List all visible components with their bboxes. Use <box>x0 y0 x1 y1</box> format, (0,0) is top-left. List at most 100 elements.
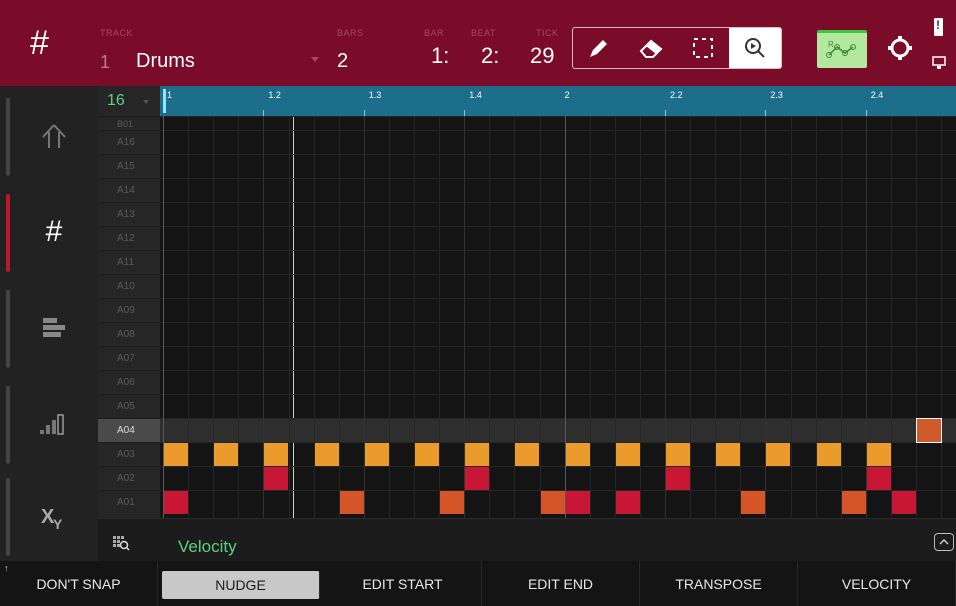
note-event[interactable] <box>540 491 565 514</box>
note-event[interactable] <box>741 491 766 514</box>
loop-start-marker[interactable] <box>163 89 166 113</box>
note-event[interactable] <box>515 443 540 466</box>
note-event[interactable] <box>915 418 943 443</box>
note-event[interactable] <box>364 443 389 466</box>
gear-icon[interactable] <box>886 34 914 62</box>
app-root: # TRACK 1 Drums BARS 2 BAR 1: BEAT 2: TI… <box>0 0 956 606</box>
grid-column-line <box>589 116 591 518</box>
note-event[interactable] <box>415 443 440 466</box>
track-dropdown-icon[interactable] <box>311 57 319 62</box>
zoom-level-field[interactable]: 16 <box>101 92 147 112</box>
grid-row <box>160 154 956 178</box>
note-event[interactable] <box>891 491 916 514</box>
note-event[interactable] <box>264 443 289 466</box>
note-event[interactable] <box>615 443 640 466</box>
bar-value[interactable]: 1: <box>431 45 449 67</box>
timeline-ruler[interactable]: 1 1.2 1.3 1.4 2 2.2 2.3 2.4 <box>160 86 956 116</box>
note-event[interactable] <box>164 443 189 466</box>
bars-value[interactable]: 2 <box>337 51 348 71</box>
function-button-don-t-snap[interactable]: DON'T SNAP <box>0 561 158 606</box>
pad-row-label[interactable]: A02 <box>98 466 160 490</box>
pad-row-label[interactable]: B01 <box>98 116 160 130</box>
grid-column-line <box>338 116 340 518</box>
pad-row-label[interactable]: A14 <box>98 178 160 202</box>
pad-row-label[interactable]: A06 <box>98 370 160 394</box>
note-event[interactable] <box>214 443 239 466</box>
eraser-icon <box>639 39 663 58</box>
tick-label: TICK <box>536 28 559 38</box>
shift-indicator-icon: ↑ <box>4 563 9 573</box>
pencil-tool-button[interactable] <box>573 28 625 68</box>
note-event[interactable] <box>264 467 289 490</box>
grid-column-line <box>489 116 491 518</box>
function-button-velocity[interactable]: VELOCITY <box>798 561 956 606</box>
pad-row-label[interactable]: A05 <box>98 394 160 418</box>
note-event[interactable] <box>314 443 339 466</box>
expand-lane-button[interactable] <box>934 533 954 551</box>
pad-row-label[interactable]: A04 <box>98 418 160 442</box>
velocity-lane-label: Velocity <box>178 537 237 556</box>
note-event[interactable] <box>565 491 590 514</box>
pad-row-label[interactable]: A16 <box>98 130 160 154</box>
grid-row <box>160 202 956 226</box>
grid-row <box>160 178 956 202</box>
note-event[interactable] <box>565 443 590 466</box>
pad-row-label[interactable]: A12 <box>98 226 160 250</box>
select-tool-button[interactable] <box>677 28 729 68</box>
function-button-edit-end[interactable]: EDIT END <box>482 561 640 606</box>
velocity-strip: Velocity <box>98 518 956 561</box>
note-event[interactable] <box>465 443 490 466</box>
note-event[interactable] <box>164 491 189 514</box>
note-event[interactable] <box>465 467 490 490</box>
grid-column-line <box>740 116 742 518</box>
note-event[interactable] <box>716 443 741 466</box>
note-event[interactable] <box>841 491 866 514</box>
note-event[interactable] <box>816 443 841 466</box>
track-name[interactable]: Drums <box>136 51 195 71</box>
note-event[interactable] <box>615 491 640 514</box>
pad-row-label[interactable]: A08 <box>98 322 160 346</box>
pad-row-label[interactable]: A01 <box>98 490 160 514</box>
sidebar-item-levels[interactable] <box>10 404 98 444</box>
note-event[interactable] <box>440 491 465 514</box>
grid-view-icon: # <box>30 24 49 62</box>
grid-column-line <box>238 116 240 518</box>
pad-list: B01 A16 A15 A14 A13 A12 A11 A10 A09 A08 A07 A06 A05 A… <box>98 86 160 518</box>
note-event[interactable] <box>766 443 791 466</box>
pad-row-label[interactable]: A15 <box>98 154 160 178</box>
sidebar-item-list[interactable] <box>10 308 98 348</box>
function-button-transpose[interactable]: TRANSPOSE <box>640 561 798 606</box>
pad-row-label[interactable]: A03 <box>98 442 160 466</box>
edit-tool-group <box>572 27 782 69</box>
timeline-label: 2 <box>564 90 570 100</box>
note-event[interactable] <box>866 443 891 466</box>
pad-row-label[interactable]: A07 <box>98 346 160 370</box>
step-grid[interactable]: 1 1.2 1.3 1.4 2 2.2 2.3 2.4 <box>160 86 956 518</box>
grid-row <box>160 322 956 346</box>
grid-column-line <box>890 116 892 518</box>
sidebar-item-grid[interactable]: # <box>10 212 98 252</box>
pad-row-label[interactable]: A13 <box>98 202 160 226</box>
tick-value[interactable]: 29 <box>530 45 554 67</box>
list-bars-icon <box>43 318 65 337</box>
beat-value[interactable]: 2: <box>481 45 499 67</box>
note-event[interactable] <box>666 443 691 466</box>
automation-mode-label: R <box>828 40 834 49</box>
function-button-nudge[interactable]: NUDGE <box>162 571 320 599</box>
pad-search-icon[interactable] <box>112 535 130 551</box>
zoom-dropdown-icon[interactable] <box>143 100 149 104</box>
note-grid[interactable] <box>160 116 956 518</box>
note-event[interactable] <box>339 491 364 514</box>
sidebar-item-xy[interactable]: XY <box>10 498 98 538</box>
pad-row-label[interactable]: A10 <box>98 274 160 298</box>
zoom-play-tool-button[interactable] <box>729 28 781 68</box>
sidebar-item-up[interactable] <box>10 116 98 156</box>
display-icon[interactable] <box>932 56 946 70</box>
automation-toggle-button[interactable]: R <box>817 30 867 68</box>
pad-row-label[interactable]: A09 <box>98 298 160 322</box>
eraser-tool-button[interactable] <box>625 28 677 68</box>
note-event[interactable] <box>866 467 891 490</box>
pad-row-label[interactable]: A11 <box>98 250 160 274</box>
function-button-edit-start[interactable]: EDIT START <box>324 561 482 606</box>
note-event[interactable] <box>666 467 691 490</box>
